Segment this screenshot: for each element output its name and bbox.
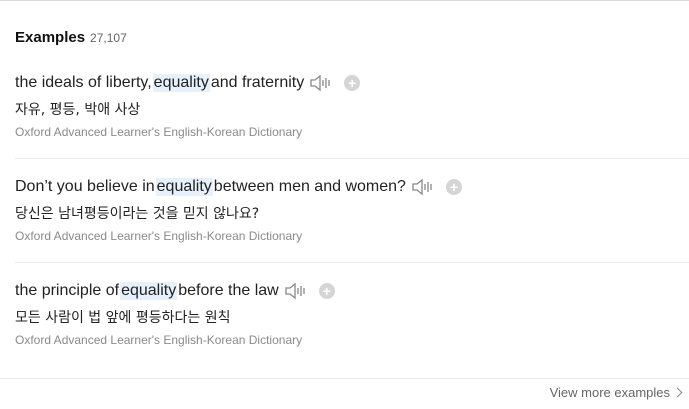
example-divider [15, 262, 689, 263]
example-source: Oxford Advanced Learner's English-Korean… [15, 229, 303, 243]
chevron-right-icon [672, 387, 683, 398]
example-sentence: the ideals of liberty, equality and frat… [15, 71, 361, 95]
example-sentence: the principle of equality before the law… [15, 279, 335, 303]
top-divider [0, 0, 689, 1]
speaker-icon[interactable] [309, 73, 333, 93]
example-item: the principle of equality before the law… [0, 279, 689, 383]
sentence-text: and fraternity [210, 74, 305, 91]
example-item: Don’t you believe in equality between me… [0, 175, 689, 279]
speaker-icon[interactable] [411, 177, 435, 197]
examples-title: Examples [15, 29, 86, 46]
example-divider [15, 158, 689, 159]
sentence-text: Don’t you believe in [15, 178, 155, 195]
highlighted-term[interactable]: equality [120, 282, 178, 300]
sentence-text: before the law [178, 282, 279, 299]
sentence-text: the principle of [15, 282, 120, 299]
sentence-text: between men and women? [213, 178, 406, 195]
example-translation: 모든 사람이 법 앞에 평등하다는 원칙 [15, 310, 231, 326]
add-icon[interactable]: + [344, 75, 361, 91]
example-sentence: Don’t you believe in equality between me… [15, 175, 462, 199]
example-item: the ideals of liberty, equality and frat… [0, 71, 689, 175]
view-more-label: View more examples [549, 385, 670, 400]
highlighted-term[interactable]: equality [152, 74, 210, 92]
example-source: Oxford Advanced Learner's English-Korean… [15, 333, 303, 347]
sentence-text: the ideals of liberty, [15, 74, 152, 91]
examples-count: 27,107 [90, 31, 127, 45]
highlighted-term[interactable]: equality [155, 178, 213, 196]
add-icon[interactable]: + [318, 283, 335, 299]
example-translation: 자유, 평등, 박애 사상 [15, 102, 141, 118]
speaker-icon[interactable] [284, 281, 308, 301]
example-source: Oxford Advanced Learner's English-Korean… [15, 125, 303, 139]
footer-divider [0, 378, 689, 379]
examples-header: Examples 27,107 [15, 29, 127, 46]
add-icon[interactable]: + [445, 179, 462, 195]
view-more-examples-link[interactable]: View more examples [549, 385, 683, 400]
example-translation: 당신은 남녀평등이라는 것을 믿지 않나요? [15, 206, 260, 222]
